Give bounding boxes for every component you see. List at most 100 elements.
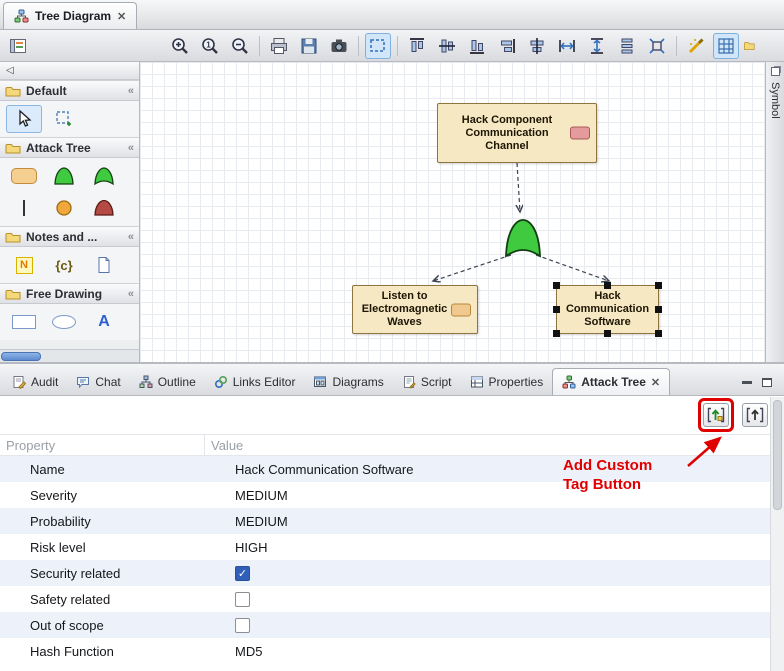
document-tool[interactable] (86, 251, 122, 279)
save-button[interactable] (296, 33, 322, 59)
pin-section-icon[interactable]: « (128, 288, 134, 300)
align-top-button[interactable] (404, 33, 430, 59)
rectangle-tool[interactable] (6, 308, 42, 336)
tab-diagrams[interactable]: Diagrams (304, 368, 392, 395)
connector-top-to-gate[interactable] (517, 163, 520, 212)
grid-toggle-button[interactable] (713, 33, 739, 59)
selection-handle[interactable] (655, 306, 662, 313)
column-header-property[interactable]: Property (0, 435, 205, 455)
tab-audit[interactable]: Audit (3, 368, 67, 395)
tree-node-listen[interactable]: Listen to Electromagnetic Waves (352, 285, 478, 334)
collapse-palette-icon[interactable]: ◁ (6, 65, 14, 76)
print-button[interactable] (266, 33, 292, 59)
align-right-button[interactable] (494, 33, 520, 59)
constraint-tool[interactable]: {c} (46, 251, 82, 279)
negated-gate-tool[interactable] (86, 194, 122, 222)
tab-script[interactable]: Script (393, 368, 461, 395)
text-tool[interactable]: A (86, 308, 122, 336)
table-row-probability[interactable]: Probability MEDIUM (0, 508, 770, 534)
symbol-view-strip[interactable]: Symbol (765, 62, 784, 362)
palette-section-free-drawing[interactable]: Free Drawing « (0, 283, 139, 304)
note-tool[interactable]: N (6, 251, 42, 279)
diagram-canvas[interactable]: Hack Component Communication Channel Lis… (140, 62, 765, 362)
palette-view-button[interactable] (5, 33, 31, 59)
selection-handle[interactable] (604, 330, 611, 337)
property-value[interactable]: MEDIUM (205, 514, 770, 529)
tree-node-hack-software[interactable]: Hack Communication Software (556, 285, 659, 334)
zoom-in-button[interactable] (167, 33, 193, 59)
close-icon[interactable]: ✕ (117, 10, 126, 23)
marquee-tool[interactable] (46, 105, 82, 133)
tab-attack-tree[interactable]: Attack Tree ✕ (552, 368, 670, 395)
snapshot-button[interactable] (326, 33, 352, 59)
palette-section-attack-tree[interactable]: Attack Tree « (0, 137, 139, 158)
symbols-partial-button[interactable] (743, 33, 757, 59)
table-row-safety-related[interactable]: Safety related (0, 586, 770, 612)
palette-horizontal-scrollbar[interactable] (0, 349, 139, 362)
palette-section-notes[interactable]: Notes and ... « (0, 226, 139, 247)
format-paint-button[interactable] (683, 33, 709, 59)
zoom-original-button[interactable]: 1 (197, 33, 223, 59)
selection-handle[interactable] (655, 330, 662, 337)
event-tool[interactable] (46, 194, 82, 222)
panel-vertical-scrollbar[interactable] (770, 397, 784, 671)
pin-section-icon[interactable]: « (128, 85, 134, 97)
ellipse-tool[interactable] (46, 308, 82, 336)
close-icon[interactable]: ✕ (651, 376, 660, 389)
table-row-name[interactable]: Name Hack Communication Software (0, 456, 770, 482)
connector-tool[interactable] (6, 194, 42, 222)
property-value[interactable]: MEDIUM (205, 488, 770, 503)
table-row-risk-level[interactable]: Risk level HIGH (0, 534, 770, 560)
align-middle-button[interactable] (434, 33, 460, 59)
scrollbar-thumb[interactable] (773, 400, 782, 510)
add-tag-button[interactable] (742, 403, 768, 427)
minimize-panel-button[interactable] (742, 381, 752, 384)
restore-view-icon[interactable] (771, 67, 780, 76)
connector-gate-to-right[interactable] (536, 255, 609, 281)
selection-handle[interactable] (604, 282, 611, 289)
selection-handle[interactable] (553, 282, 560, 289)
tab-chat[interactable]: Chat (67, 368, 129, 395)
select-tool[interactable] (6, 105, 42, 133)
distribute-vertical-button[interactable] (614, 33, 640, 59)
tab-tree-diagram[interactable]: Tree Diagram ✕ (3, 2, 137, 29)
pin-section-icon[interactable]: « (128, 231, 134, 243)
column-header-value[interactable]: Value (205, 438, 243, 453)
tree-node-root[interactable]: Hack Component Communication Channel (437, 103, 597, 163)
align-bottom-button[interactable] (464, 33, 490, 59)
selection-handle[interactable] (655, 282, 662, 289)
safety-related-checkbox[interactable] (235, 592, 250, 607)
table-row-severity[interactable]: Severity MEDIUM (0, 482, 770, 508)
tab-outline[interactable]: Outline (130, 368, 205, 395)
property-value[interactable]: Hack Communication Software (205, 462, 770, 477)
connector-gate-to-left[interactable] (433, 255, 511, 281)
maximize-panel-button[interactable] (762, 378, 772, 387)
auto-resize-button[interactable] (644, 33, 670, 59)
node-type-badge (570, 127, 590, 140)
or-gate-tool[interactable] (86, 162, 122, 190)
or-gate[interactable] (504, 217, 542, 259)
out-of-scope-checkbox[interactable] (235, 618, 250, 633)
attack-node-tool[interactable] (6, 162, 42, 190)
property-value[interactable]: HIGH (205, 540, 770, 555)
marquee-select-button[interactable] (365, 33, 391, 59)
selection-handle[interactable] (553, 306, 560, 313)
and-gate-tool[interactable] (46, 162, 82, 190)
pin-section-icon[interactable]: « (128, 142, 134, 154)
table-row-out-of-scope[interactable]: Out of scope (0, 612, 770, 638)
table-row-security-related[interactable]: Security related (0, 560, 770, 586)
property-value[interactable]: MD5 (205, 644, 770, 659)
selection-handle[interactable] (553, 330, 560, 337)
palette-section-default[interactable]: Default « (0, 80, 139, 101)
match-height-button[interactable] (584, 33, 610, 59)
add-custom-tag-button[interactable] (703, 403, 729, 427)
scrollbar-thumb[interactable] (1, 352, 41, 361)
security-related-checkbox[interactable] (235, 566, 250, 581)
palette-collapse-strip[interactable]: ◁ (0, 62, 139, 80)
tab-properties[interactable]: Properties (461, 368, 553, 395)
table-row-hash-function[interactable]: Hash Function MD5 (0, 638, 770, 664)
center-horizontal-button[interactable] (524, 33, 550, 59)
match-width-button[interactable] (554, 33, 580, 59)
tab-links-editor[interactable]: Links Editor (205, 368, 305, 395)
zoom-out-button[interactable] (227, 33, 253, 59)
